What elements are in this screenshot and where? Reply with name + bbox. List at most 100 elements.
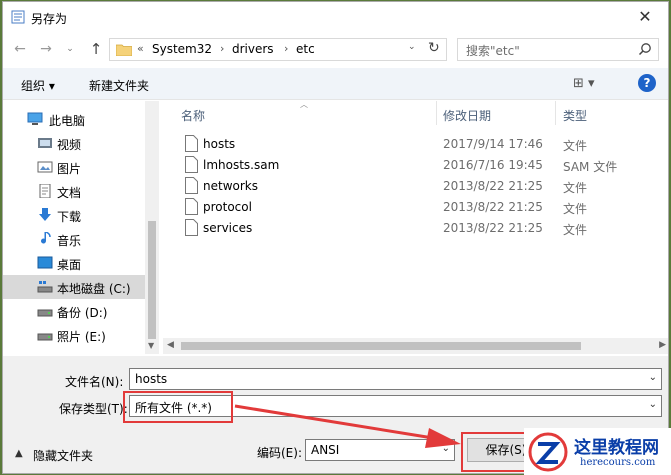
search-input[interactable]: 搜索"etc" bbox=[457, 38, 659, 61]
file-type: 文件 bbox=[563, 223, 588, 237]
breadcrumb-separator[interactable]: › bbox=[220, 42, 224, 55]
address-dropdown-icon[interactable]: ⌄ bbox=[408, 42, 416, 52]
column-header-date[interactable]: 修改日期 bbox=[443, 107, 491, 124]
hide-folders-toggle[interactable]: 隐藏文件夹 bbox=[33, 447, 93, 464]
file-name: protocol bbox=[203, 200, 252, 214]
sidebar-item-this-pc[interactable]: 此电脑 bbox=[3, 107, 145, 131]
file-name: services bbox=[203, 221, 253, 235]
sidebar-item-backup-d[interactable]: 备份 (D:) bbox=[3, 299, 145, 323]
refresh-icon[interactable]: ↻ bbox=[428, 40, 440, 56]
folder-icon bbox=[116, 44, 132, 56]
address-bar[interactable]: « System32 › drivers › etc ⌄ ↻ bbox=[109, 38, 447, 61]
system-drive-icon bbox=[37, 281, 53, 293]
table-row[interactable]: networks 2013/8/22 21:25 文件 bbox=[163, 176, 668, 197]
sidebar-item-label: 备份 (D:) bbox=[57, 306, 108, 320]
recent-locations-chevron-icon[interactable]: ⌄ bbox=[59, 38, 81, 60]
chevron-down-icon[interactable]: ⌄ bbox=[649, 372, 657, 383]
sidebar-item-label: 照片 (E:) bbox=[57, 330, 106, 344]
help-icon[interactable]: ? bbox=[638, 74, 656, 92]
navigation-pane: 此电脑 视频 图片 文档 下载 音乐 桌面 本地磁盘 (C:) 备份 (D:) … bbox=[3, 101, 159, 354]
file-icon bbox=[185, 219, 198, 236]
column-divider[interactable] bbox=[555, 101, 556, 125]
sidebar-item-label: 图片 bbox=[57, 162, 82, 176]
drive-icon bbox=[37, 309, 53, 317]
sort-indicator-icon: ︿ bbox=[300, 100, 308, 109]
sidebar-item-music[interactable]: 音乐 bbox=[3, 227, 145, 251]
forward-arrow-icon[interactable]: → bbox=[35, 38, 57, 60]
download-icon bbox=[39, 208, 51, 221]
file-name: hosts bbox=[203, 137, 236, 151]
sidebar-item-label: 视频 bbox=[57, 138, 82, 152]
up-arrow-icon[interactable]: ↑ bbox=[85, 38, 107, 60]
view-options-icon[interactable]: ⊞ ▾ bbox=[573, 76, 595, 91]
sidebar-scrollbar[interactable]: ▼ bbox=[145, 101, 159, 354]
horizontal-scroll-thumb[interactable] bbox=[181, 342, 581, 350]
organize-menu-button[interactable]: 组织 ▾ bbox=[21, 77, 55, 94]
sidebar-item-pictures[interactable]: 图片 bbox=[3, 155, 145, 179]
new-folder-button[interactable]: 新建文件夹 bbox=[89, 77, 149, 94]
navigation-bar: ← → ⌄ ↑ « System32 › drivers › etc ⌄ ↻ 搜… bbox=[3, 34, 668, 64]
breadcrumb-system32[interactable]: System32 bbox=[152, 42, 212, 56]
sidebar-item-label: 文档 bbox=[57, 186, 82, 200]
sidebar-item-label: 桌面 bbox=[57, 258, 82, 272]
file-list: ︿ 名称 修改日期 类型 hosts 2017/9/14 17:46 文件 lm… bbox=[163, 100, 668, 354]
filename-label: 文件名(N): bbox=[65, 375, 124, 389]
column-header-type[interactable]: 类型 bbox=[563, 107, 587, 124]
sidebar-scroll-thumb[interactable] bbox=[148, 221, 156, 339]
table-row[interactable]: lmhosts.sam 2016/7/16 19:45 SAM 文件 bbox=[163, 155, 668, 176]
sidebar-item-downloads[interactable]: 下载 bbox=[3, 203, 145, 227]
filename-input[interactable]: hosts ⌄ bbox=[129, 368, 662, 390]
file-icon bbox=[185, 156, 198, 173]
scroll-right-arrow-icon[interactable]: ▶ bbox=[659, 340, 666, 350]
horizontal-scrollbar[interactable]: ◀ ▶ bbox=[163, 338, 668, 354]
sidebar-item-photos-e[interactable]: 照片 (E:) bbox=[3, 323, 145, 347]
chevron-down-icon[interactable]: ⌄ bbox=[649, 399, 657, 410]
music-icon bbox=[41, 232, 51, 244]
watermark: 这里教程网 herecours.com bbox=[524, 428, 671, 475]
video-icon bbox=[38, 138, 52, 148]
table-row[interactable]: hosts 2017/9/14 17:46 文件 bbox=[163, 134, 668, 155]
file-date: 2016/7/16 19:45 bbox=[443, 158, 543, 172]
notepad-icon bbox=[11, 10, 25, 24]
drive-icon bbox=[37, 333, 53, 341]
sidebar-item-label: 本地磁盘 (C:) bbox=[57, 282, 131, 296]
file-icon bbox=[185, 135, 198, 152]
computer-icon bbox=[27, 112, 43, 125]
file-date: 2013/8/22 21:25 bbox=[443, 179, 543, 193]
sidebar-item-label: 此电脑 bbox=[49, 114, 86, 128]
breadcrumb-drivers[interactable]: drivers bbox=[232, 42, 274, 56]
file-type: 文件 bbox=[563, 181, 588, 195]
scroll-down-arrow-icon[interactable]: ▼ bbox=[148, 341, 154, 350]
column-header-name[interactable]: 名称 bbox=[181, 107, 205, 124]
sidebar-item-local-disk-c[interactable]: 本地磁盘 (C:) bbox=[3, 275, 145, 299]
file-name: lmhosts.sam bbox=[203, 158, 280, 172]
breadcrumb-etc[interactable]: etc bbox=[296, 42, 315, 56]
sidebar-item-videos[interactable]: 视频 bbox=[3, 131, 145, 155]
sidebar-item-documents[interactable]: 文档 bbox=[3, 179, 145, 203]
documents-icon bbox=[39, 184, 51, 198]
sidebar-item-label: 下载 bbox=[57, 210, 82, 224]
collapse-arrow-icon[interactable]: ▲ bbox=[15, 448, 23, 459]
column-divider[interactable] bbox=[436, 101, 437, 125]
file-date: 2013/8/22 21:25 bbox=[443, 200, 543, 214]
sidebar-item-desktop[interactable]: 桌面 bbox=[3, 251, 145, 275]
window-title: 另存为 bbox=[31, 12, 68, 26]
breadcrumb-overflow[interactable]: « bbox=[137, 42, 144, 55]
table-row[interactable]: services 2013/8/22 21:25 文件 bbox=[163, 218, 668, 239]
scroll-left-arrow-icon[interactable]: ◀ bbox=[167, 340, 174, 350]
pictures-icon bbox=[37, 161, 53, 173]
filetype-label: 保存类型(T): bbox=[59, 402, 128, 416]
search-icon bbox=[638, 43, 651, 56]
breadcrumb-separator[interactable]: › bbox=[284, 42, 288, 55]
file-name: networks bbox=[203, 179, 258, 193]
table-row[interactable]: protocol 2013/8/22 21:25 文件 bbox=[163, 197, 668, 218]
filename-value: hosts bbox=[135, 372, 168, 386]
file-type: SAM 文件 bbox=[563, 160, 618, 174]
file-date: 2013/8/22 21:25 bbox=[443, 221, 543, 235]
back-arrow-icon[interactable]: ← bbox=[9, 38, 31, 60]
sidebar-item-label: 音乐 bbox=[57, 234, 82, 248]
title-bar: 另存为 ✕ bbox=[3, 2, 668, 32]
close-button[interactable]: ✕ bbox=[630, 4, 660, 30]
watermark-title: 这里教程网 bbox=[574, 438, 659, 458]
file-type: 文件 bbox=[563, 139, 588, 153]
